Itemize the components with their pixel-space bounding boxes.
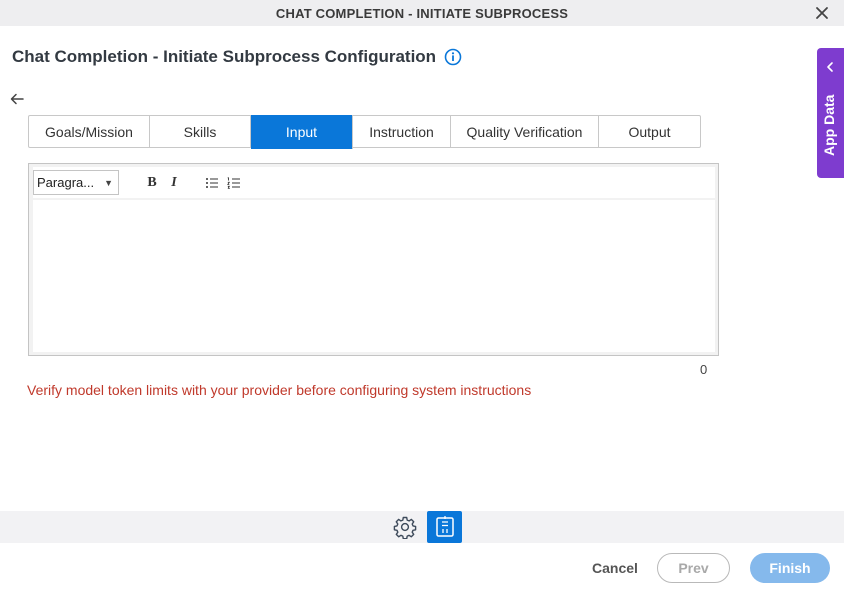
bulleted-list-icon[interactable] [201, 172, 223, 194]
italic-button[interactable]: I [163, 172, 185, 194]
app-data-panel-toggle[interactable]: App Data [817, 48, 844, 178]
editor-toolbar: Paragra... ▼ B I [33, 167, 715, 198]
tab-skills[interactable]: Skills [150, 116, 251, 147]
document-map-icon[interactable] [427, 511, 462, 543]
prev-button[interactable]: Prev [657, 553, 730, 583]
arrow-left-icon[interactable] [9, 91, 25, 107]
dialog-title: CHAT COMPLETION - INITIATE SUBPROCESS [275, 5, 569, 21]
rich-text-editor: Paragra... ▼ B I [28, 163, 719, 356]
page-title-row: Chat Completion - Initiate Subprocess Co… [12, 47, 462, 67]
bold-button[interactable]: B [141, 172, 163, 194]
tab-bar: Goals/Mission Skills Input Instruction Q… [28, 115, 701, 149]
paragraph-format-value: Paragra... [37, 175, 95, 190]
chevron-left-icon [824, 60, 836, 72]
numbered-list-icon[interactable] [223, 172, 245, 194]
close-icon[interactable] [812, 3, 832, 23]
warning-message: Verify model token limits with your prov… [27, 382, 532, 398]
tab-quality-verification[interactable]: Quality Verification [451, 116, 599, 147]
bottom-toolbar [0, 511, 844, 543]
info-icon[interactable] [444, 48, 462, 66]
editor-content-area[interactable] [33, 200, 715, 352]
dialog-titlebar: CHAT COMPLETION - INITIATE SUBPROCESS [0, 0, 844, 26]
cancel-button[interactable]: Cancel [588, 555, 642, 581]
tab-output[interactable]: Output [599, 116, 700, 147]
paragraph-format-select[interactable]: Paragra... ▼ [33, 170, 119, 195]
chevron-down-icon: ▼ [104, 177, 113, 188]
tab-goals-mission[interactable]: Goals/Mission [29, 116, 150, 147]
page-title: Chat Completion - Initiate Subprocess Co… [12, 47, 437, 66]
finish-button[interactable]: Finish [750, 553, 830, 583]
app-data-label: App Data [821, 94, 837, 156]
tab-input[interactable]: Input [251, 115, 353, 149]
character-count: 0 [700, 362, 708, 377]
gear-icon[interactable] [393, 515, 417, 540]
tab-instruction[interactable]: Instruction [353, 116, 451, 147]
